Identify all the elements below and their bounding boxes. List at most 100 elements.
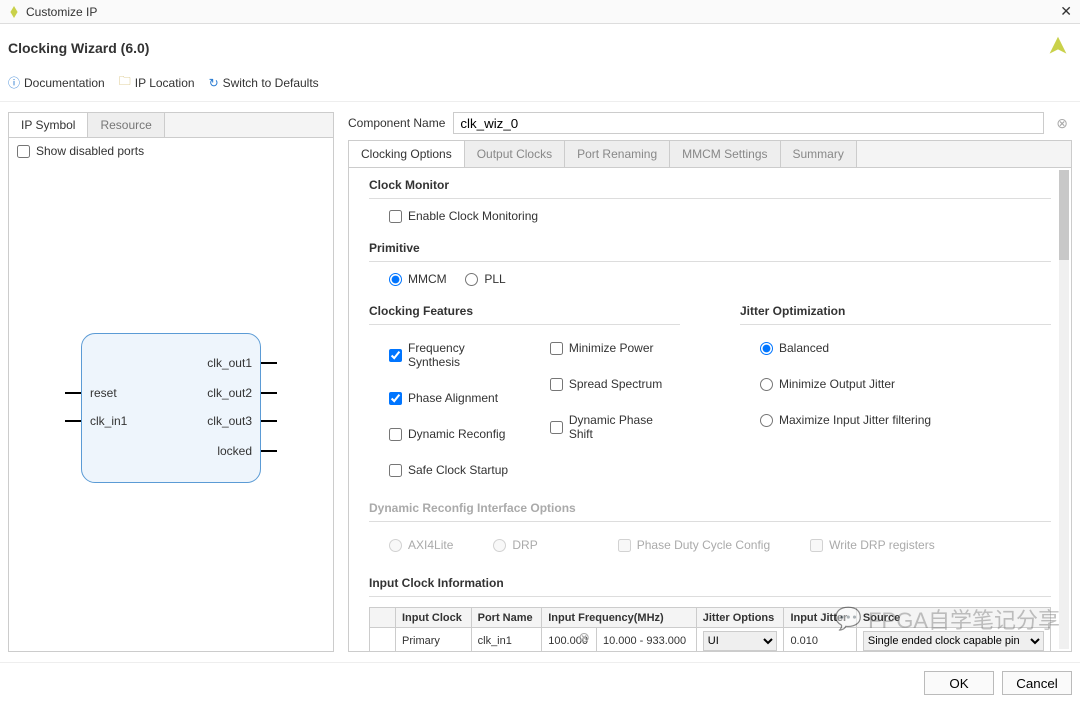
ok-button[interactable]: OK [924, 671, 994, 695]
clock-monitor-heading: Clock Monitor [369, 178, 1051, 192]
ici-h3: Input Frequency(MHz) [542, 608, 697, 628]
dri-drp-label: DRP [512, 538, 537, 552]
scrollbar-thumb[interactable] [1059, 170, 1069, 260]
dynamic-reconfig-checkbox[interactable] [389, 428, 402, 441]
documentation-label: Documentation [24, 76, 105, 90]
jitter-balanced-radio[interactable] [760, 342, 773, 355]
port-clk-out3: clk_out3 [207, 414, 252, 428]
minimize-power-label: Minimize Power [569, 341, 654, 355]
ici-h1: Input Clock [396, 608, 472, 628]
freq-synthesis-checkbox[interactable] [389, 349, 402, 362]
ici-range-0: 10.000 - 933.000 [596, 628, 696, 652]
clear-icon[interactable]: ⊗ [1052, 115, 1072, 132]
tab-summary[interactable]: Summary [781, 141, 857, 167]
dynamic-phase-shift-checkbox[interactable] [550, 421, 563, 434]
wire [261, 450, 277, 452]
safe-clock-startup-label: Safe Clock Startup [408, 463, 508, 477]
cancel-button[interactable]: Cancel [1002, 671, 1072, 695]
port-clk-out2: clk_out2 [207, 386, 252, 400]
tab-mmcm-settings[interactable]: MMCM Settings [670, 141, 780, 167]
minimize-power-checkbox[interactable] [550, 342, 563, 355]
ici-port-0[interactable]: clk_in1 [471, 628, 542, 652]
show-disabled-checkbox[interactable] [17, 145, 30, 158]
tab-clocking-options[interactable]: Clocking Options [349, 141, 465, 167]
ici-h0 [370, 608, 396, 628]
dri-heading: Dynamic Reconfig Interface Options [369, 501, 1051, 515]
left-tabs: IP Symbol Resource [9, 113, 333, 138]
app-logo-icon [8, 6, 20, 18]
vendor-logo-icon [1044, 34, 1072, 62]
jitter-balanced-label: Balanced [779, 341, 829, 355]
dialog-buttons: OK Cancel [0, 662, 1080, 703]
ici-h7: Source [856, 608, 1050, 628]
show-disabled-label: Show disabled ports [36, 144, 144, 158]
enable-clock-monitoring-label: Enable Clock Monitoring [408, 209, 538, 223]
wire [261, 362, 277, 364]
jitter-min-output-radio[interactable] [760, 378, 773, 391]
wire [65, 392, 81, 394]
ici-sel-0 [370, 628, 396, 652]
dri-write-drp-checkbox [810, 539, 823, 552]
component-name-row: Component Name ⊗ [348, 112, 1072, 134]
spread-spectrum-checkbox[interactable] [550, 378, 563, 391]
dri-phase-duty-checkbox [618, 539, 631, 552]
features-heading: Clocking Features [369, 304, 680, 318]
ici-heading: Input Clock Information [369, 576, 1051, 590]
ici-ij-0[interactable]: 0.010 [784, 628, 856, 652]
ici-src-0[interactable]: Single ended clock capable pin [856, 628, 1050, 652]
show-disabled-row: Show disabled ports [9, 138, 333, 164]
clear-icon[interactable]: ⊗ [574, 629, 594, 646]
config-tabs: Clocking Options Output Clocks Port Rena… [349, 141, 1071, 168]
spread-spectrum-label: Spread Spectrum [569, 377, 662, 391]
close-icon[interactable]: ✕ [1060, 3, 1072, 20]
tab-output-clocks[interactable]: Output Clocks [465, 141, 565, 167]
dynamic-phase-shift-label: Dynamic Phase Shift [569, 413, 680, 441]
jitter-heading: Jitter Optimization [740, 304, 1051, 318]
dri-phase-duty-label: Phase Duty Cycle Config [637, 538, 770, 552]
section-jitter: Jitter Optimization Balanced Minimize Ou… [740, 304, 1051, 483]
window-title: Customize IP [26, 5, 97, 19]
primitive-mmcm-label: MMCM [408, 272, 447, 286]
ici-row-primary: Primary clk_in1 100.000⊗ 10.000 - 933.00… [370, 628, 1051, 652]
safe-clock-startup-checkbox[interactable] [389, 464, 402, 477]
ip-location-label: IP Location [135, 76, 195, 90]
primitive-mmcm-radio[interactable] [389, 273, 402, 286]
scrollbar-track[interactable] [1059, 170, 1069, 649]
tab-port-renaming[interactable]: Port Renaming [565, 141, 670, 167]
jitter-min-output-label: Minimize Output Jitter [779, 377, 895, 391]
wire [65, 420, 81, 422]
config-panel: Clocking Options Output Clocks Port Rena… [348, 140, 1072, 652]
section-clocking-features: Clocking Features Frequency Synthesis Ph… [369, 304, 680, 483]
titlebar: Customize IP ✕ [0, 0, 1080, 24]
dri-axi4lite-radio [389, 539, 402, 552]
switch-defaults-link[interactable]: ↻ Switch to Defaults [209, 76, 319, 90]
component-name-input[interactable] [453, 112, 1044, 134]
ici-header-row: Input Clock Port Name Input Frequency(MH… [370, 608, 1051, 628]
tab-ip-symbol[interactable]: IP Symbol [9, 113, 88, 137]
left-panel: IP Symbol Resource Show disabled ports r… [8, 112, 334, 652]
jitter-max-input-radio[interactable] [760, 414, 773, 427]
toolbar: ⓘ Documentation 🗀 IP Location ↻ Switch t… [0, 70, 1080, 102]
documentation-link[interactable]: ⓘ Documentation [8, 74, 105, 91]
ip-location-link[interactable]: 🗀 IP Location [119, 72, 195, 93]
ici-h2: Port Name [471, 608, 542, 628]
section-ici: Input Clock Information Input Clock Port… [369, 576, 1051, 651]
phase-alignment-checkbox[interactable] [389, 392, 402, 405]
switch-defaults-label: Switch to Defaults [223, 76, 319, 90]
folder-icon: 🗀 [119, 72, 131, 93]
tab-resource[interactable]: Resource [88, 113, 164, 137]
enable-clock-monitoring-checkbox[interactable] [389, 210, 402, 223]
right-panel: Component Name ⊗ Clocking Options Output… [348, 112, 1072, 652]
port-locked: locked [217, 444, 252, 458]
port-reset: reset [90, 386, 117, 400]
ici-h6: Input Jitter [784, 608, 856, 628]
ici-jo-0[interactable]: UI [696, 628, 784, 652]
ici-h5: Jitter Options [696, 608, 784, 628]
component-name-label: Component Name [348, 116, 445, 130]
section-primitive: Primitive MMCM PLL [369, 241, 1051, 286]
port-clk-in1: clk_in1 [90, 414, 127, 428]
header: Clocking Wizard (6.0) [0, 24, 1080, 70]
primitive-pll-radio[interactable] [465, 273, 478, 286]
info-icon: ⓘ [8, 74, 20, 91]
symbol-area: reset clk_in1 clk_out1 clk_out2 clk_out3… [9, 164, 333, 651]
